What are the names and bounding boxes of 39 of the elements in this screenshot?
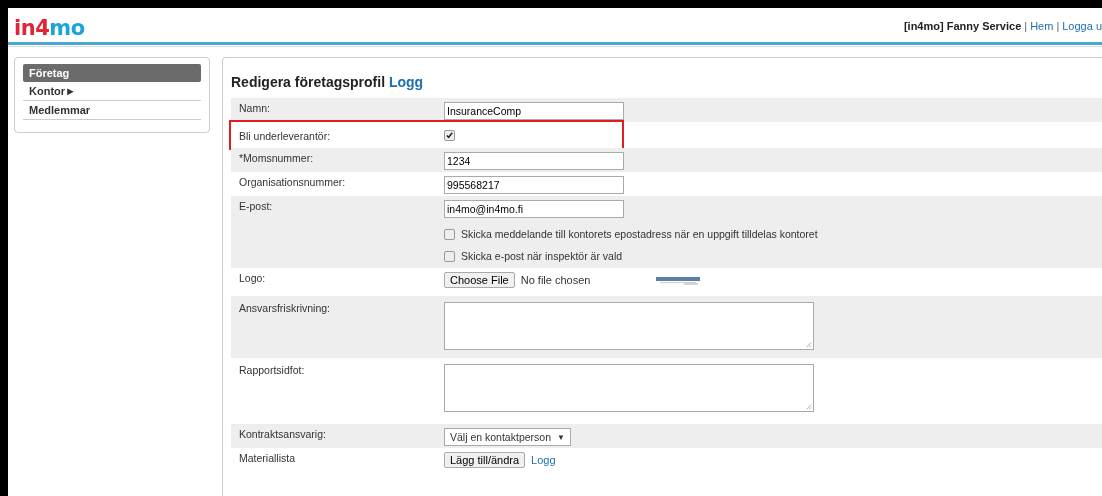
header-link[interactable]: Logga u [1062, 20, 1102, 32]
separator: | [1024, 20, 1028, 32]
resize-grip-icon[interactable] [805, 341, 812, 348]
field-label: Rapportsidfot: [238, 364, 306, 378]
text-area[interactable] [444, 364, 814, 412]
field-label: Organisationsnummer: [238, 176, 347, 190]
input-field[interactable]: InsuranceComp [444, 102, 624, 120]
input-field[interactable]: in4mo@in4mo.fi [444, 200, 624, 218]
sidebar-item[interactable]: Företag [23, 64, 201, 82]
contact-dropdown[interactable]: Välj en kontaktperson ▼ [444, 428, 571, 446]
log-link[interactable]: Logg [531, 454, 556, 466]
checkbox[interactable] [444, 250, 455, 262]
log-link[interactable]: Logg [388, 74, 424, 90]
field-label: Ansvarsfriskrivning: [238, 302, 332, 316]
file-status: No file chosen [520, 274, 591, 286]
logo: in4mo [14, 16, 85, 40]
field-label: E-post: [238, 200, 274, 214]
input-field[interactable]: 995568217 [444, 176, 624, 194]
field-label: Kontraktsansvarig: [238, 428, 327, 442]
field-label: Namn: [238, 102, 271, 116]
separator: | [1056, 20, 1060, 32]
page-title: Redigera företagsprofil [231, 74, 386, 90]
sidebar-item[interactable]: Kontor► [23, 82, 201, 101]
checkbox-label: Skicka e-post när inspektör är vald [461, 250, 623, 262]
sidebar-item[interactable]: Medlemmar [23, 101, 201, 120]
checkbox[interactable] [444, 130, 455, 141]
field-label: Materiallista [238, 452, 297, 466]
header-link[interactable]: Hem [1030, 20, 1054, 32]
choose-file-button[interactable]: Choose File [444, 272, 515, 288]
text-area[interactable] [444, 302, 814, 350]
input-field[interactable]: 1234 [444, 152, 624, 170]
field-label: Bli underleverantör: [238, 130, 332, 142]
checkbox-label: Skicka meddelande till kontorets epostadress när en uppgift tilldelas kontoret [461, 228, 818, 240]
resize-grip-icon[interactable] [805, 403, 812, 410]
field-label: Logo: [238, 272, 267, 286]
user-name: [in4mo] Fanny Service [903, 20, 1022, 32]
add-edit-button[interactable]: Lägg till/ändra [444, 452, 526, 468]
field-label: *Momsnummer: [238, 152, 315, 166]
checkbox[interactable] [444, 228, 455, 240]
